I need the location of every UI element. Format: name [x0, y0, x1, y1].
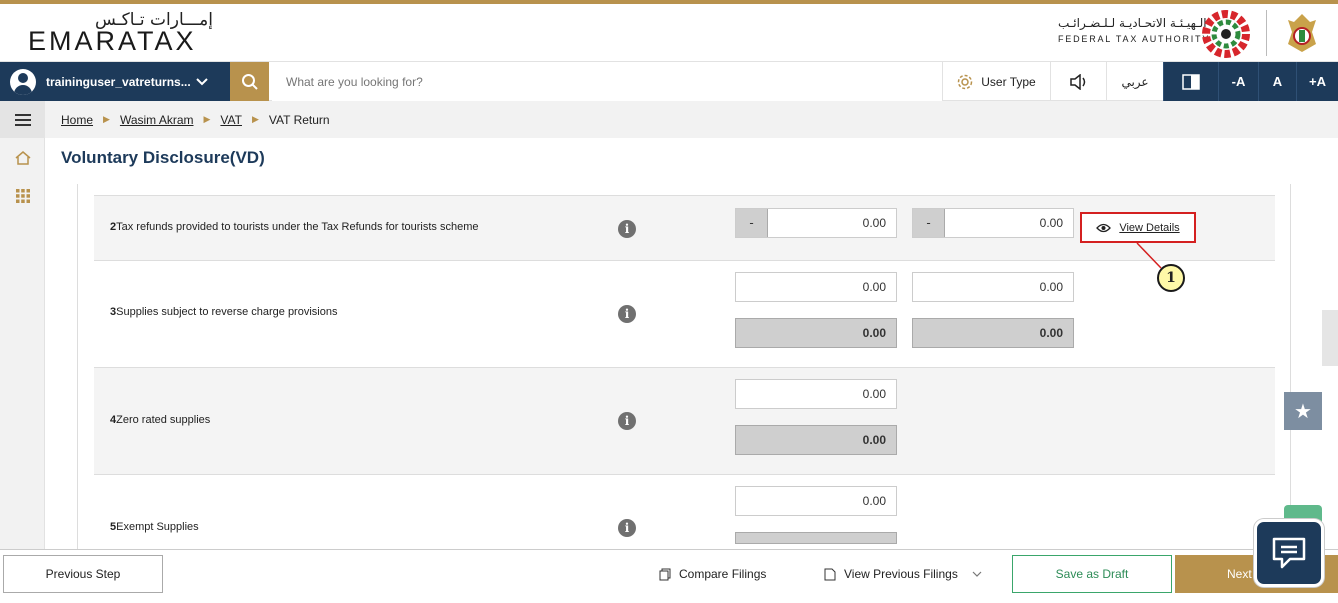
amount-field[interactable]: 0.00 — [735, 272, 897, 302]
star-icon: ★ — [1294, 400, 1312, 423]
sidebar-item-home[interactable] — [0, 141, 45, 175]
contrast-icon — [1182, 73, 1200, 90]
breadcrumb-vat[interactable]: VAT — [220, 113, 242, 127]
user-type-button[interactable]: User Type — [942, 62, 1050, 101]
breadcrumb-home[interactable]: Home — [61, 113, 93, 127]
eye-icon — [1096, 223, 1112, 232]
row-label: 2Tax refunds provided to tourists under … — [110, 221, 479, 233]
document-icon — [824, 568, 836, 580]
compare-filings-label: Compare Filings — [679, 567, 767, 581]
save-as-draft-button[interactable]: Save as Draft — [1012, 555, 1172, 593]
language-toggle[interactable]: عربي — [1106, 62, 1163, 101]
breadcrumb-separator-icon: ▶ — [103, 114, 110, 124]
emaratax-logo[interactable]: EMARATAX — [28, 26, 197, 57]
authority-name-english: FEDERAL TAX AUTHORITY — [1058, 34, 1211, 44]
breadcrumb-current: VAT Return — [268, 112, 330, 127]
table-row: 4Zero rated supplies i 0.00 0.00 — [94, 368, 1275, 475]
search-icon — [241, 73, 258, 90]
header-divider — [1266, 10, 1267, 56]
scrollbar[interactable] — [1322, 310, 1338, 366]
user-type-label: User Type — [981, 74, 1036, 89]
amount-calculated-field — [735, 532, 897, 544]
home-icon — [15, 151, 30, 165]
user-menu[interactable]: traininguser_vatreturns... — [0, 62, 230, 101]
vat-calculated-field: 0.00 — [912, 318, 1074, 348]
contrast-toggle-button[interactable] — [1163, 62, 1218, 101]
view-previous-filings-dropdown[interactable]: View Previous Filings — [823, 555, 982, 593]
grid-icon — [15, 189, 30, 203]
row-label: 4Zero rated supplies — [110, 414, 210, 426]
view-details-link[interactable]: View Details — [1080, 212, 1196, 243]
header: إمـــارات تـاكـس EMARATAX الـهيـئـة الات… — [0, 4, 1338, 61]
chat-support-button[interactable] — [1254, 519, 1324, 587]
breadcrumb-separator-icon: ▶ — [203, 114, 211, 124]
sidebar-item-apps[interactable] — [0, 179, 45, 213]
compare-icon — [659, 568, 671, 580]
breadcrumb: Home ▶ Wasim Akram ▶ VAT ▶ VAT Return — [45, 101, 1338, 138]
previous-step-button[interactable]: Previous Step — [3, 555, 163, 593]
authority-name-arabic: الـهيـئـة الاتحـاديـة لـلـضـرائـب — [1058, 16, 1207, 30]
row-label-text: Tax refunds provided to tourists under t… — [116, 221, 479, 233]
chat-icon — [1272, 537, 1306, 569]
vat-value: 0.00 — [1039, 216, 1063, 230]
info-icon[interactable]: i — [618, 220, 636, 238]
gear-icon — [958, 74, 973, 89]
amount-field[interactable]: 0.00 — [735, 379, 897, 409]
page-title: Voluntary Disclosure(VD) — [61, 148, 265, 167]
row-label: 3Supplies subject to reverse charge prov… — [110, 306, 337, 318]
callout-marker: 1 — [1157, 264, 1185, 292]
search-button[interactable] — [230, 62, 269, 101]
minus-button[interactable]: - — [913, 209, 945, 237]
menu-toggle-button[interactable] — [0, 101, 45, 138]
top-navbar: traininguser_vatreturns... User Type عرب… — [0, 61, 1338, 101]
view-previous-filings-label: View Previous Filings — [844, 567, 958, 581]
amount-field[interactable]: 0.00 — [735, 486, 897, 516]
table-row: 3Supplies subject to reverse charge prov… — [94, 261, 1275, 368]
amount-value: 0.00 — [862, 216, 886, 230]
amount-field[interactable]: - 0.00 — [735, 208, 897, 238]
info-icon[interactable]: i — [618, 305, 636, 323]
view-details-label: View Details — [1119, 221, 1180, 234]
row-label-text: Zero rated supplies — [116, 414, 211, 426]
info-icon[interactable]: i — [618, 412, 636, 430]
speaker-icon — [1069, 73, 1085, 90]
compare-filings-button[interactable]: Compare Filings — [659, 555, 766, 593]
amount-calculated-field: 0.00 — [735, 318, 897, 348]
chevron-down-icon — [972, 571, 982, 577]
amount-calculated-field: 0.00 — [735, 425, 897, 455]
breadcrumb-taxpayer[interactable]: Wasim Akram — [120, 113, 194, 127]
vat-amount-field[interactable]: 0.00 — [912, 272, 1074, 302]
font-decrease-button[interactable]: -A — [1218, 62, 1258, 101]
info-icon[interactable]: i — [618, 519, 636, 537]
row-label-text: Supplies subject to reverse charge provi… — [116, 306, 338, 318]
font-reset-button[interactable]: A — [1258, 62, 1296, 101]
user-avatar-icon — [10, 68, 36, 95]
font-increase-button[interactable]: +A — [1296, 62, 1338, 101]
search-input[interactable] — [272, 62, 942, 101]
sidebar — [0, 101, 45, 549]
table-row: 5Exempt Supplies i 0.00 — [94, 475, 1275, 549]
favorite-button[interactable]: ★ — [1284, 392, 1322, 430]
hamburger-icon — [14, 113, 31, 126]
username: traininguser_vatreturns... — [46, 74, 191, 89]
minus-button[interactable]: - — [736, 209, 768, 237]
row-label: 5Exempt Supplies — [110, 521, 199, 533]
vat-amount-field[interactable]: - 0.00 — [912, 208, 1074, 238]
row-label-text: Exempt Supplies — [116, 521, 199, 533]
breadcrumb-separator-icon: ▶ — [251, 114, 259, 124]
footer-actions: Previous Step Compare Filings View Previ… — [0, 549, 1338, 603]
text-to-speech-button[interactable] — [1050, 62, 1106, 101]
uae-emblem-icon — [1288, 14, 1316, 52]
chevron-down-icon — [196, 77, 208, 85]
fta-logo-icon — [1202, 10, 1250, 58]
